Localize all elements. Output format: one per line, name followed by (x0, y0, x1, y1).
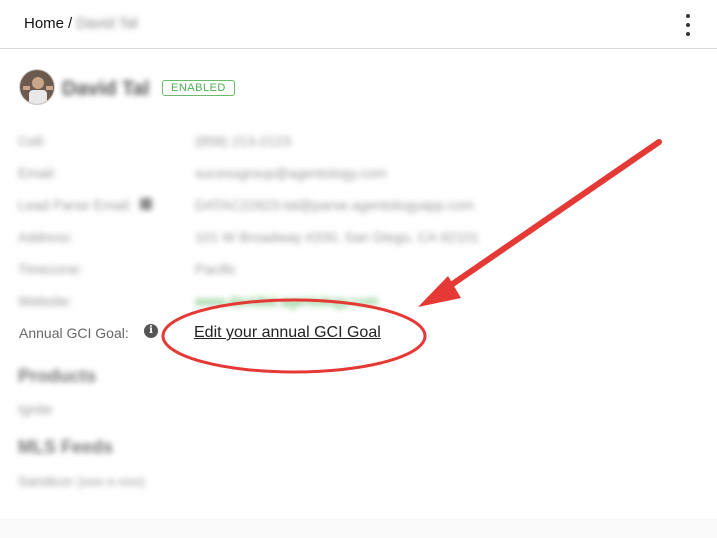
website-label: Website: (18, 293, 73, 309)
annual-gci-goal-label: Annual GCI Goal: (19, 325, 129, 341)
kebab-menu-icon[interactable] (680, 14, 696, 36)
timezone-value: Pacific (195, 261, 237, 277)
info-icon[interactable]: i (144, 324, 158, 338)
cell-label: Cell: (18, 133, 47, 149)
email-label: Email: (18, 165, 57, 181)
profile-name: David Tal (62, 78, 150, 100)
mls-feed-item: Sandicor (xxx-x-xxx) (18, 473, 145, 489)
address-value: 101 W Broadway #200, San Diego, CA 92101 (195, 229, 480, 245)
breadcrumb-home[interactable]: Home (24, 15, 64, 32)
website-value[interactable]: www.davidtal.agentology.com (195, 293, 378, 309)
lead-parse-email-label: Lead Parse Email: (18, 197, 133, 213)
cell-value: (858) 213-2123 (195, 133, 291, 149)
products-heading: Products (18, 366, 97, 386)
address-label: Address: (18, 229, 74, 245)
breadcrumb: Home / David Tal (24, 15, 138, 32)
edit-annual-gci-goal-link[interactable]: Edit your annual GCI Goal (194, 324, 381, 342)
timezone-label: Timezone: (18, 261, 83, 277)
page-background (0, 518, 717, 538)
top-bar: Home / David Tal (0, 0, 717, 49)
lead-parse-email-value: DATAC22823-tal@parse.agentologyapp.com (195, 197, 475, 213)
avatar (19, 69, 55, 105)
mls-feeds-heading: MLS Feeds (18, 437, 114, 457)
breadcrumb-current: David Tal (76, 15, 138, 32)
profile-card: Home / David Tal David Tal ENABLED Cell:… (0, 0, 717, 518)
email-value[interactable]: sucessgroup@agentology.com (195, 165, 386, 181)
breadcrumb-separator: / (68, 15, 73, 32)
copy-icon[interactable] (140, 198, 152, 210)
products-item: Ignite (18, 401, 53, 417)
status-badge: ENABLED (162, 80, 235, 96)
